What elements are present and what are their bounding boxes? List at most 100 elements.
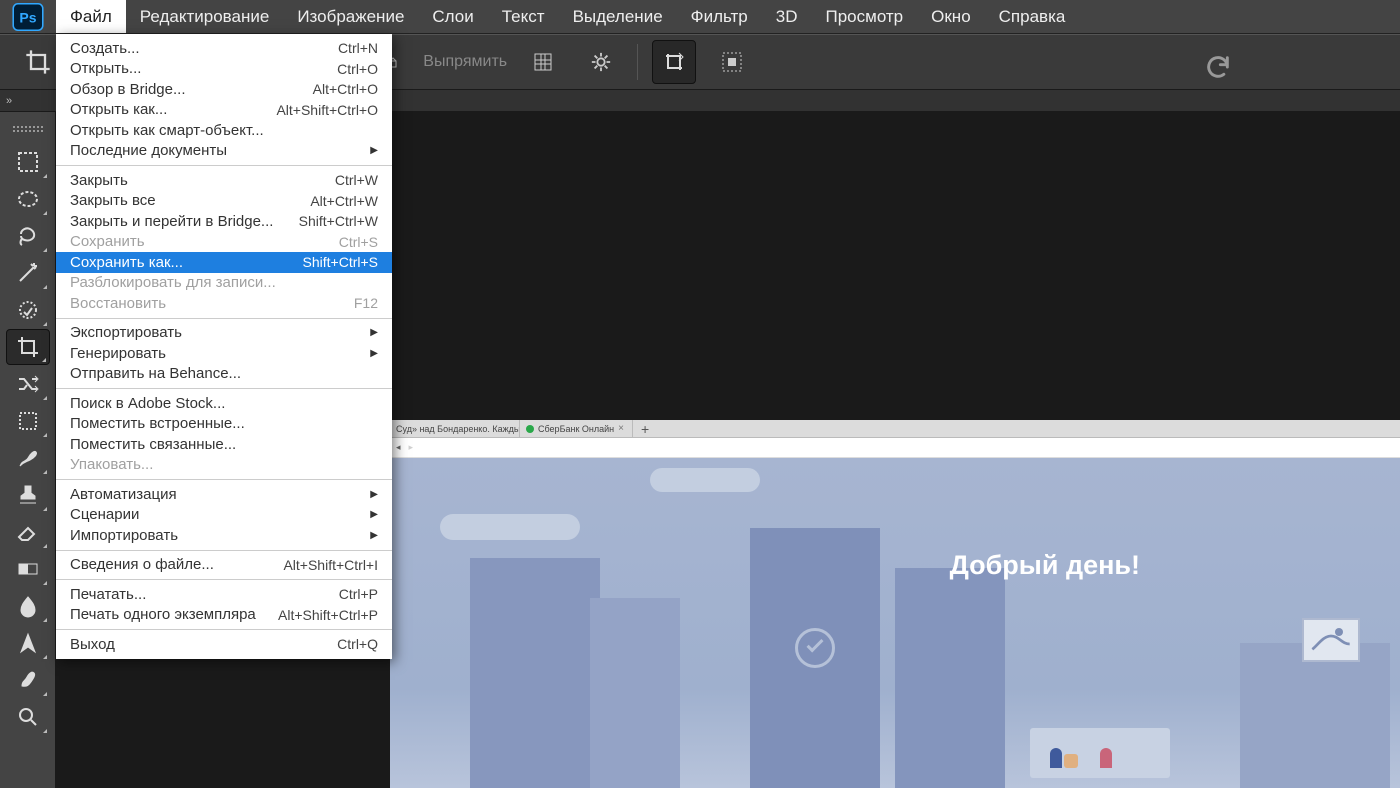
menu-item-label: Закрыть [70, 172, 128, 189]
toolbox [0, 112, 56, 788]
menu-item[interactable]: Сценарии▶ [56, 505, 392, 526]
menu-item[interactable]: Сохранить как...Shift+Ctrl+S [56, 252, 392, 273]
menu-item-label: Создать... [70, 40, 140, 57]
cloud-decoration [440, 514, 580, 540]
reset-icon[interactable] [1196, 45, 1240, 89]
close-icon[interactable]: × [618, 423, 624, 434]
building-decoration [1240, 643, 1390, 788]
menu-item[interactable]: Поместить встроенные... [56, 414, 392, 435]
menu-файл[interactable]: Файл [56, 0, 126, 33]
toolbox-grip[interactable] [13, 126, 43, 132]
menu-item[interactable]: Отправить на Behance... [56, 364, 392, 385]
menu-item[interactable]: Поиск в Adobe Stock... [56, 393, 392, 414]
menu-3d[interactable]: 3D [762, 0, 812, 33]
tabs-overflow-icon[interactable]: » [6, 95, 24, 107]
menu-выделение[interactable]: Выделение [559, 0, 677, 33]
building-decoration [470, 558, 600, 788]
menu-item[interactable]: Импортировать▶ [56, 525, 392, 546]
menu-item-shortcut: Ctrl+W [335, 172, 378, 188]
menu-item[interactable]: Открыть...Ctrl+O [56, 59, 392, 80]
menu-item-label: Импортировать [70, 527, 178, 544]
tab-title: Суд» над Бондаренко. Кажды [396, 424, 520, 434]
open-document[interactable]: Суд» над Бондаренко. Кажды× СберБанк Онл… [390, 420, 1400, 788]
menu-item-label: Выход [70, 636, 115, 653]
delete-cropped-icon[interactable] [652, 40, 696, 84]
tool-smudge[interactable] [6, 662, 50, 698]
menu-item-shortcut: Alt+Ctrl+W [310, 193, 378, 209]
tool-gradient[interactable] [6, 551, 50, 587]
building-decoration [590, 598, 680, 788]
tool-spot-heal[interactable] [6, 292, 50, 328]
menu-изображение[interactable]: Изображение [283, 0, 418, 33]
menu-separator [56, 479, 392, 480]
menu-item[interactable]: ВыходCtrl+Q [56, 634, 392, 655]
tool-pen[interactable] [6, 625, 50, 661]
menu-item-label: Автоматизация [70, 486, 177, 503]
menu-separator [56, 318, 392, 319]
tool-lasso[interactable] [6, 218, 50, 254]
menu-item[interactable]: Последние документы▶ [56, 141, 392, 162]
menu-справка[interactable]: Справка [985, 0, 1080, 33]
cloud-decoration [650, 468, 760, 492]
menu-item[interactable]: Автоматизация▶ [56, 484, 392, 505]
menu-item-shortcut: Shift+Ctrl+W [299, 213, 378, 229]
back-icon[interactable]: ◂ [396, 442, 401, 453]
menu-item-label: Поместить связанные... [70, 436, 236, 453]
tool-zoom[interactable] [6, 699, 50, 735]
grid-options-icon[interactable] [521, 40, 565, 84]
favicon-icon [526, 425, 534, 433]
submenu-arrow-icon: ▶ [370, 327, 378, 338]
menu-item-label: Открыть как... [70, 101, 167, 118]
menu-item[interactable]: Печать одного экземпляраAlt+Shift+Ctrl+P [56, 605, 392, 626]
menu-item[interactable]: Поместить связанные... [56, 434, 392, 455]
menu-item-label: Закрыть все [70, 192, 156, 209]
menu-item[interactable]: Сведения о файле...Alt+Shift+Ctrl+I [56, 555, 392, 576]
menu-separator [56, 388, 392, 389]
menu-item-label: Генерировать [70, 345, 166, 362]
browser-tab[interactable]: СберБанк Онлайн × [520, 420, 633, 438]
browser-tab[interactable]: Суд» над Бондаренко. Кажды× [390, 420, 520, 438]
tab-title: СберБанк Онлайн [538, 424, 614, 434]
menu-separator [56, 579, 392, 580]
menu-item[interactable]: Закрыть все Alt+Ctrl+W [56, 191, 392, 212]
content-aware-icon[interactable] [710, 40, 754, 84]
current-tool-crop-icon [16, 40, 60, 84]
tool-eraser[interactable] [6, 514, 50, 550]
tool-rect-marquee[interactable] [6, 144, 50, 180]
tool-dashed-select[interactable] [6, 403, 50, 439]
menu-item-label: Открыть... [70, 60, 141, 77]
tool-crop[interactable] [6, 329, 50, 365]
new-tab-button[interactable]: + [633, 420, 657, 438]
menu-просмотр[interactable]: Просмотр [812, 0, 918, 33]
menu-item[interactable]: Обзор в Bridge...Alt+Ctrl+O [56, 79, 392, 100]
menu-item[interactable]: Закрыть и перейти в Bridge...Shift+Ctrl+… [56, 211, 392, 232]
menu-item[interactable]: Открыть как...Alt+Shift+Ctrl+O [56, 100, 392, 121]
menu-separator [56, 550, 392, 551]
menu-item-shortcut: Alt+Ctrl+O [313, 81, 378, 97]
menu-separator [56, 629, 392, 630]
menu-item-label: Сохранить как... [70, 254, 183, 271]
menu-item-label: Последние документы [70, 142, 227, 159]
menu-item[interactable]: Создать...Ctrl+N [56, 38, 392, 59]
menu-окно[interactable]: Окно [917, 0, 985, 33]
menu-item[interactable]: Открыть как смарт-объект... [56, 120, 392, 141]
menu-item[interactable]: Закрыть Ctrl+W [56, 170, 392, 191]
menu-item[interactable]: Генерировать▶ [56, 343, 392, 364]
menu-слои[interactable]: Слои [418, 0, 487, 33]
menu-item-label: Разблокировать для записи... [70, 274, 276, 291]
menu-редактирование[interactable]: Редактирование [126, 0, 284, 33]
tool-ellipse-marquee[interactable] [6, 181, 50, 217]
tool-stamp[interactable] [6, 477, 50, 513]
menu-item-label: Сведения о файле... [70, 556, 214, 573]
tool-blur[interactable] [6, 588, 50, 624]
tool-magic-wand[interactable] [6, 255, 50, 291]
menu-item[interactable]: Печатать...Ctrl+P [56, 584, 392, 605]
tool-brush[interactable] [6, 440, 50, 476]
menu-item: ВосстановитьF12 [56, 293, 392, 314]
menu-фильтр[interactable]: Фильтр [677, 0, 762, 33]
tool-shuffle[interactable] [6, 366, 50, 402]
menu-item[interactable]: Экспортировать▶ [56, 323, 392, 344]
submenu-arrow-icon: ▶ [370, 509, 378, 520]
settings-gear-icon[interactable] [579, 40, 623, 84]
menu-текст[interactable]: Текст [488, 0, 559, 33]
